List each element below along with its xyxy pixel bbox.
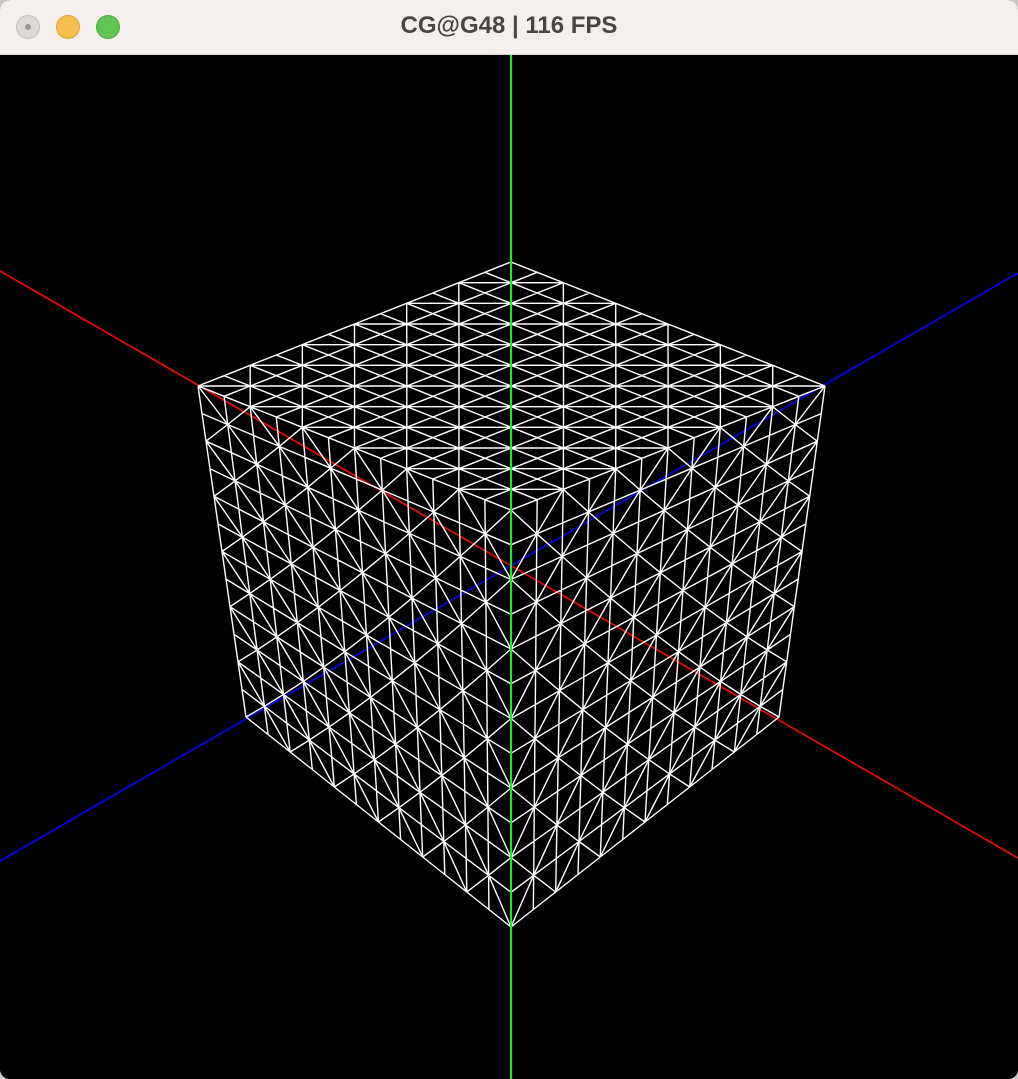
app-window: CG@G48 | 116 FPS (0, 0, 1018, 1079)
window-title: CG@G48 | 116 FPS (400, 12, 618, 39)
x-axis-line (0, 270, 1018, 859)
z-axis-line (0, 272, 1018, 862)
scene-canvas[interactable] (0, 55, 1018, 1079)
title-bar[interactable]: CG@G48 | 116 FPS (0, 0, 1018, 55)
render-viewport[interactable] (0, 55, 1018, 1079)
axes-group (0, 270, 1018, 862)
